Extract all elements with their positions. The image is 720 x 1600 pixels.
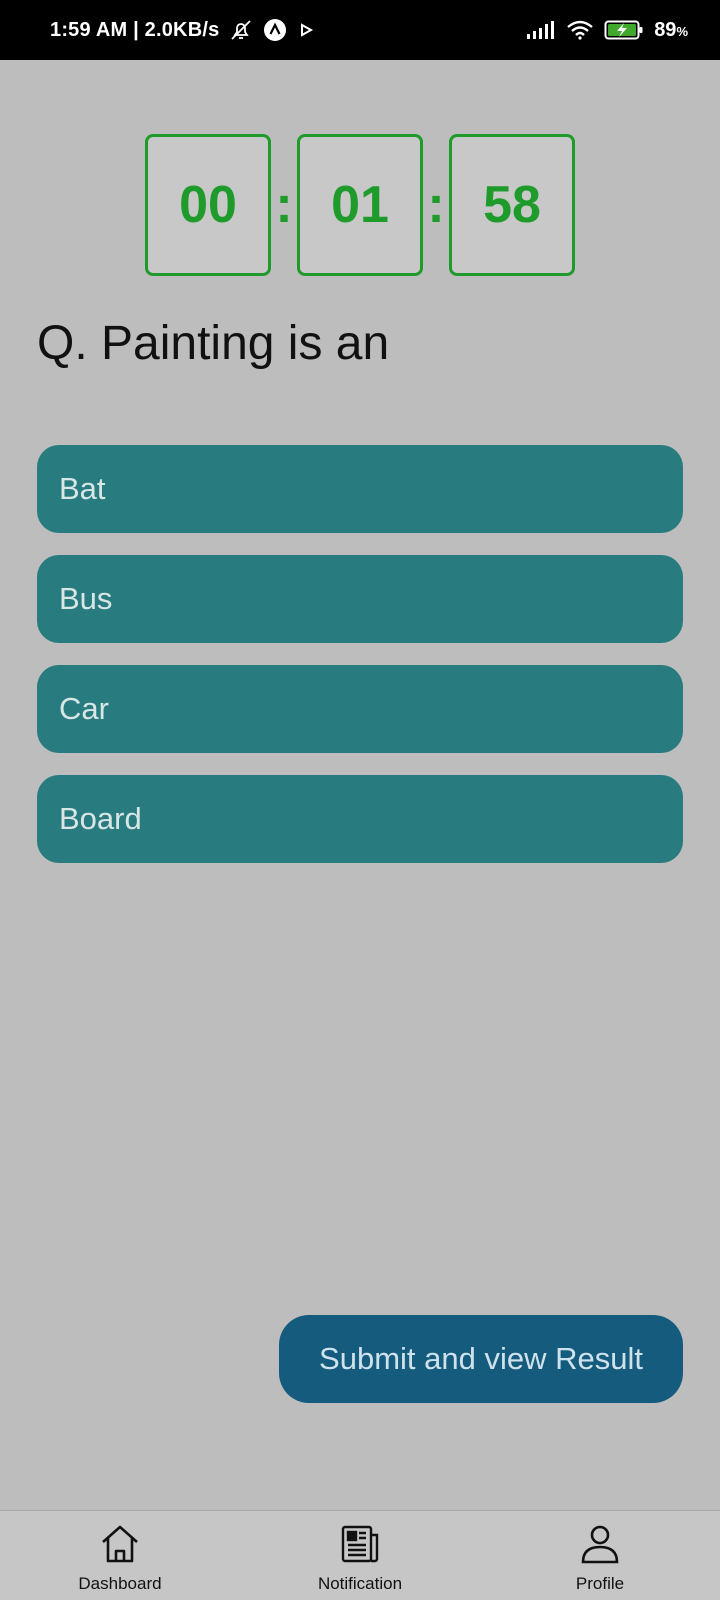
nav-item-profile[interactable]: Profile <box>500 1511 700 1594</box>
submit-result-button[interactable]: Submit and view Result <box>279 1315 683 1403</box>
nav-item-dashboard[interactable]: Dashboard <box>20 1511 220 1594</box>
option-label: Bus <box>59 581 113 616</box>
status-bar: 1:59 AM | 2.0KB/s 89% <box>0 0 720 60</box>
nav-label: Profile <box>575 1574 625 1593</box>
battery-percent: 89% <box>654 18 688 41</box>
app-a-icon <box>263 18 287 42</box>
person-icon <box>580 1523 620 1570</box>
option-button[interactable]: Car <box>37 665 683 753</box>
status-right: 89% <box>526 19 688 42</box>
timer-hours: 00 <box>145 134 271 276</box>
status-left: 1:59 AM | 2.0KB/s <box>50 18 315 42</box>
submit-label: Submit and view Result <box>319 1341 643 1376</box>
option-label: Car <box>59 691 109 726</box>
option-label: Bat <box>59 471 106 506</box>
newspaper-icon <box>340 1523 380 1570</box>
countdown-timer: 00 : 01 : 58 <box>145 134 575 276</box>
answer-options: Bat Bus Car Board <box>37 445 683 885</box>
play-icon <box>297 21 315 39</box>
option-button[interactable]: Bus <box>37 555 683 643</box>
question-text: Q. Painting is an <box>37 317 390 370</box>
option-button[interactable]: Bat <box>37 445 683 533</box>
timer-minutes: 01 <box>297 134 423 276</box>
timer-separator: : <box>275 176 293 234</box>
nav-label: Dashboard <box>78 1574 162 1593</box>
option-button[interactable]: Board <box>37 775 683 863</box>
status-time: 1:59 AM | 2.0KB/s <box>50 18 220 41</box>
nav-item-notification[interactable]: Notification <box>260 1511 460 1594</box>
nav-label: Notification <box>317 1574 403 1593</box>
signal-icon <box>526 20 556 40</box>
timer-separator: : <box>427 176 445 234</box>
option-label: Board <box>59 801 142 836</box>
bell-off-icon <box>229 18 253 42</box>
timer-seconds: 58 <box>449 134 575 276</box>
home-icon <box>100 1523 140 1570</box>
wifi-icon <box>566 19 594 41</box>
battery-charging-icon <box>604 19 644 41</box>
bottom-navigation: Dashboard Notification Profile <box>0 1510 720 1600</box>
